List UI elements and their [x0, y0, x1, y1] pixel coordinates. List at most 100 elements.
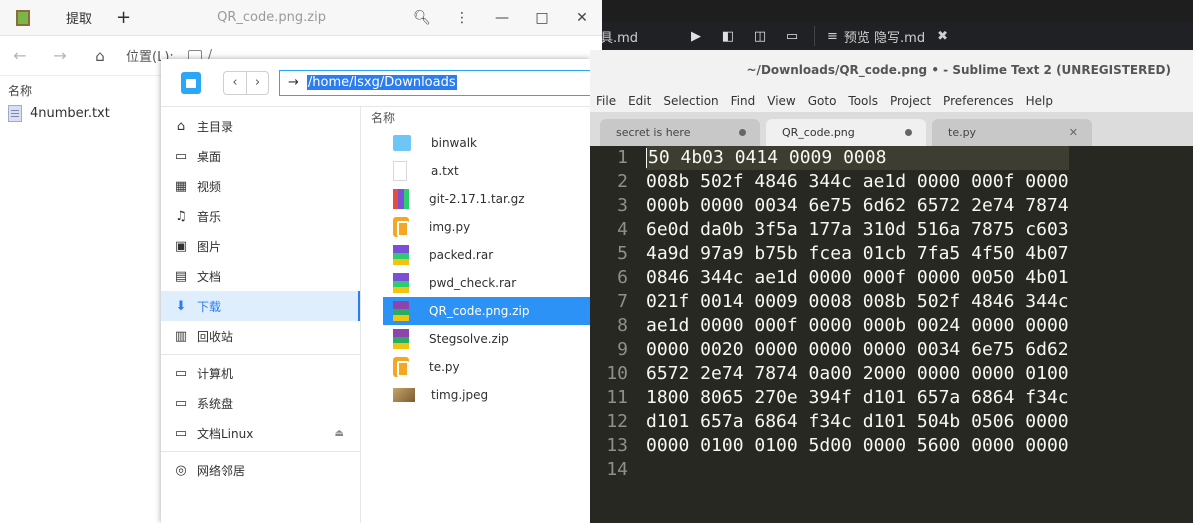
code-text[interactable]: 50 4b03 0414 0009 0008 008b 502f 4846 34… [640, 146, 1069, 482]
list-item[interactable]: packed.rar [361, 241, 590, 269]
menu-preferences[interactable]: Preferences [937, 94, 1020, 108]
code-line[interactable]: 0000 0020 0000 0000 0000 0034 6e75 6d62 [646, 338, 1069, 362]
code-line[interactable]: d101 657a 6864 f34c d101 504b 0506 0000 [646, 410, 1069, 434]
columns-icon[interactable]: ◫ [744, 29, 776, 44]
python-icon [393, 357, 409, 377]
back-chevron-icon[interactable]: ‹ [224, 72, 246, 94]
code-line[interactable]: 6572 2e74 7874 0a00 2000 0000 0000 0100 [646, 362, 1069, 386]
list-item-selected[interactable]: QR_code.png.zip [383, 297, 590, 325]
file-name: 4number.txt [30, 106, 110, 121]
preview-tab[interactable]: ≡ 预览 隐写.md ✖ [821, 27, 948, 46]
sidebar-item-desktop[interactable]: ▭ 桌面 [161, 141, 360, 171]
list-item[interactable]: a.txt [361, 157, 590, 185]
eject-icon[interactable]: ⏏ [335, 428, 344, 439]
list-item[interactable]: pwd_check.rar [361, 269, 590, 297]
video-icon: ▦ [174, 178, 188, 194]
sidebar-item-label: 回收站 [197, 329, 234, 344]
close-icon[interactable]: ✕ [562, 10, 602, 26]
code-line[interactable]: 000b 0000 0034 6e75 6d62 6572 2e74 7874 [646, 194, 1069, 218]
maximize-icon[interactable]: □ [522, 10, 562, 26]
back-arrow-icon[interactable]: ← [0, 46, 40, 65]
menu-selection[interactable]: Selection [657, 94, 724, 108]
sidebar-item-docs-linux[interactable]: ▭ 文档Linux ⏏ [161, 418, 360, 448]
sidebar-item-network[interactable]: ◎ 网络邻居 [161, 455, 360, 485]
folder-icon [393, 135, 411, 151]
tab-qr-code[interactable]: QR_code.png [766, 119, 926, 146]
menu-goto[interactable]: Goto [802, 94, 843, 108]
sidebar: ⌂ 主目录 ▭ 桌面 ▦ 视频 ♫ 音乐 ▣ 图片 ▤ 文档 ⬇ 下载 ▥ 回收站 ▭ 计算机 ▭… [161, 107, 361, 523]
menu-project[interactable]: Project [884, 94, 937, 108]
code-line[interactable] [646, 458, 1069, 482]
code-line[interactable]: 0846 344c ae1d 0000 000f 0000 0050 4b01 [646, 266, 1069, 290]
sidebar-item-home[interactable]: ⌂ 主目录 [161, 111, 360, 141]
navigation-buttons: ‹ › [223, 70, 269, 95]
sidebar-item-downloads[interactable]: ⬇ 下载 [161, 291, 360, 321]
sidebar-item-music[interactable]: ♫ 音乐 [161, 201, 360, 231]
code-line[interactable]: 008b 502f 4846 344c ae1d 0000 000f 0000 [646, 170, 1069, 194]
code-line[interactable]: 0000 0100 0100 5d00 0000 5600 0000 0000 [646, 434, 1069, 458]
file-manager-body: ⌂ 主目录 ▭ 桌面 ▦ 视频 ♫ 音乐 ▣ 图片 ▤ 文档 ⬇ 下载 ▥ 回收站 ▭ 计算机 ▭… [161, 107, 590, 523]
close-icon[interactable]: ✕ [1069, 126, 1078, 139]
background-tab-fragment[interactable]: 具.md [590, 27, 680, 46]
code-line-current[interactable]: 50 4b03 0414 0009 0008 [646, 146, 1069, 170]
sidebar-item-documents[interactable]: ▤ 文档 [161, 261, 360, 291]
sidebar-item-videos[interactable]: ▦ 视频 [161, 171, 360, 201]
sidebar-item-computer[interactable]: ▭ 计算机 [161, 358, 360, 388]
sidebar-divider [161, 451, 360, 452]
panel-icon[interactable]: ▭ [776, 29, 808, 44]
modified-dot-icon[interactable] [739, 129, 746, 136]
column-header-name[interactable]: 名称 [361, 107, 590, 129]
list-item[interactable]: te.py [361, 353, 590, 381]
menu-dots-icon[interactable]: ⋮ [442, 10, 482, 26]
blank-file-icon [393, 161, 407, 181]
line-number: 12 [606, 411, 628, 432]
list-item[interactable]: binwalk [361, 129, 590, 157]
path-input[interactable]: → /home/lsxg/Downloads [279, 69, 590, 96]
code-line-text: 50 4b03 0414 0009 0008 [648, 147, 887, 168]
sidebar-item-system-disk[interactable]: ▭ 系统盘 [161, 388, 360, 418]
code-line[interactable]: 4a9d 97a9 b75b fcea 01cb 7fa5 4f50 4b07 [646, 242, 1069, 266]
split-view-icon[interactable]: ◧ [712, 29, 744, 44]
file-manager-window: ‹ › → /home/lsxg/Downloads ⌂ 主目录 ▭ 桌面 ▦ 视频 … [161, 59, 590, 523]
menu-find[interactable]: Find [725, 94, 762, 108]
list-item[interactable]: timg.jpeg [361, 381, 590, 409]
editor-area[interactable]: 1 2 3 4 5 6 7 8 9 10 11 12 13 14 50 4b03… [590, 146, 1193, 482]
sidebar-item-label: 文档 [197, 269, 222, 284]
menu-edit[interactable]: Edit [622, 94, 657, 108]
search-icon[interactable]: 🔍︎ [402, 10, 442, 26]
sidebar-item-trash[interactable]: ▥ 回收站 [161, 321, 360, 351]
menu-tools[interactable]: Tools [842, 94, 884, 108]
add-button[interactable]: + [106, 7, 141, 28]
forward-arrow-icon[interactable]: → [40, 46, 80, 65]
archive-app-icon [16, 9, 30, 26]
forward-chevron-icon[interactable]: › [246, 71, 268, 94]
code-line[interactable]: 1800 8065 270e 394f d101 657a 6864 f34c [646, 386, 1069, 410]
menu-view[interactable]: View [761, 94, 801, 108]
code-line[interactable]: 6e0d da0b 3f5a 177a 310d 516a 7875 c603 [646, 218, 1069, 242]
file-manager-logo-icon [181, 71, 201, 94]
play-icon[interactable]: ▶ [680, 29, 712, 44]
extract-button[interactable]: 提取 [52, 8, 106, 27]
list-item[interactable]: git-2.17.1.tar.gz [361, 185, 590, 213]
modified-dot-icon[interactable] [905, 129, 912, 136]
home-icon[interactable]: ⌂ [80, 47, 120, 65]
tab-secret-is-here[interactable]: secret is here [600, 119, 760, 146]
menu-file[interactable]: File [590, 94, 622, 108]
zip-icon [393, 301, 409, 321]
sidebar-item-pictures[interactable]: ▣ 图片 [161, 231, 360, 261]
minimize-icon[interactable]: — [482, 10, 522, 26]
code-line[interactable]: ae1d 0000 000f 0000 000b 0024 0000 0000 [646, 314, 1069, 338]
file-name: Stegsolve.zip [429, 332, 509, 346]
line-number: 8 [617, 315, 628, 336]
menu-help[interactable]: Help [1020, 94, 1059, 108]
list-item[interactable]: Stegsolve.zip [361, 325, 590, 353]
line-number: 3 [617, 195, 628, 216]
tab-te-py[interactable]: te.py ✕ [932, 119, 1092, 146]
code-line[interactable]: 021f 0014 0009 0008 008b 502f 4846 344c [646, 290, 1069, 314]
text-cursor [646, 148, 647, 168]
path-text: /home/lsxg/Downloads [306, 75, 457, 90]
close-icon[interactable]: ✖ [937, 29, 948, 44]
list-item[interactable]: img.py [361, 213, 590, 241]
home-icon: ⌂ [176, 118, 186, 134]
sidebar-item-label: 桌面 [197, 149, 222, 164]
